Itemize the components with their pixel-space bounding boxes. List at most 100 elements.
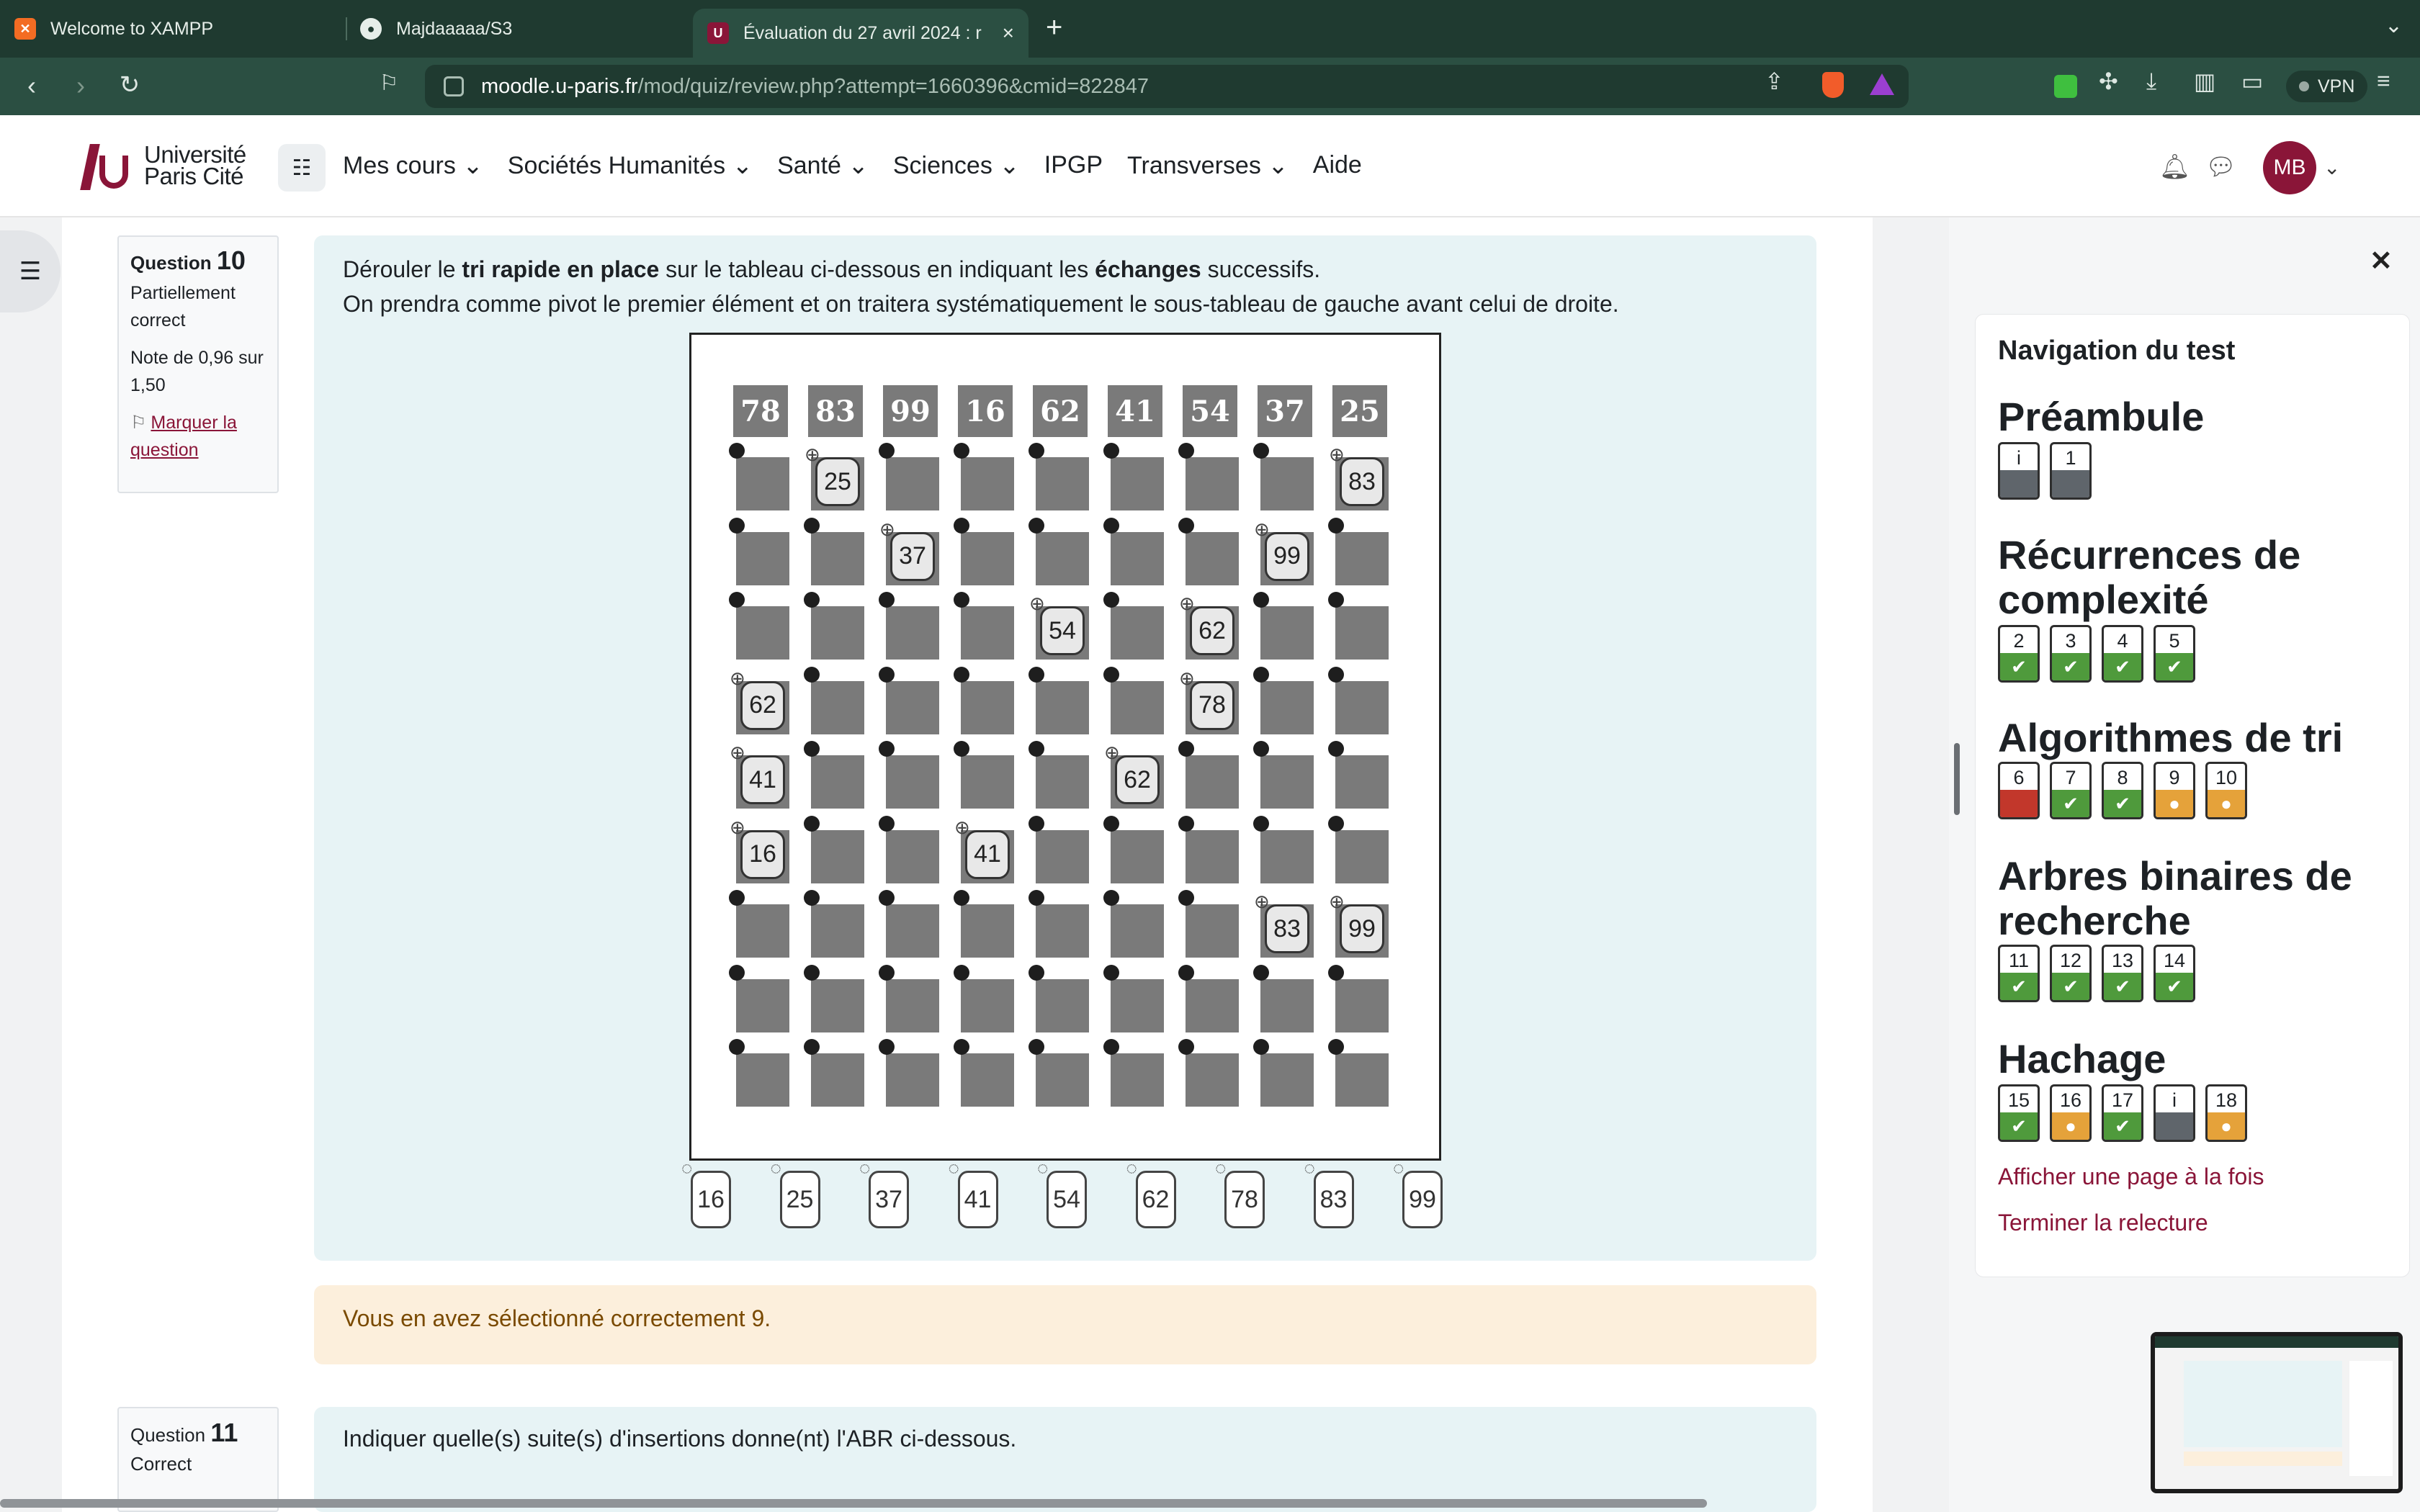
forward-icon[interactable]: › bbox=[65, 71, 97, 101]
wallet-icon[interactable]: ▭ bbox=[2241, 68, 2263, 95]
drop-zone[interactable] bbox=[1260, 1053, 1314, 1107]
placed-tile[interactable]: 37 bbox=[879, 518, 935, 581]
drop-zone[interactable] bbox=[1036, 755, 1089, 809]
finish-review-link[interactable]: Terminer la relecture bbox=[1998, 1210, 2208, 1236]
menu-item[interactable]: Mes cours ⌄ bbox=[343, 151, 483, 180]
drop-zone[interactable] bbox=[1036, 680, 1089, 734]
grid-menu-icon[interactable]: ☷ bbox=[278, 144, 326, 192]
vpn-button[interactable]: VPN bbox=[2286, 71, 2368, 102]
drag-choice[interactable]: 83 bbox=[1304, 1157, 1354, 1228]
back-icon[interactable]: ‹ bbox=[16, 71, 48, 101]
url-field[interactable]: moodle.u-paris.fr/mod/quiz/review.php?at… bbox=[425, 65, 1909, 108]
placed-tile[interactable]: 54 bbox=[1029, 593, 1085, 655]
drop-zone[interactable] bbox=[1036, 978, 1089, 1032]
drop-zone[interactable] bbox=[736, 904, 789, 958]
drag-choice[interactable]: 41 bbox=[949, 1157, 998, 1228]
drop-zone[interactable] bbox=[1111, 457, 1164, 510]
puzzle-icon[interactable]: ✣ bbox=[2099, 68, 2118, 95]
brave-shields-icon[interactable] bbox=[1822, 72, 1844, 98]
question-nav-button[interactable]: 13 ✔ bbox=[2102, 945, 2143, 1002]
drop-zone[interactable] bbox=[811, 606, 864, 660]
placed-tile[interactable]: 83 bbox=[1254, 891, 1309, 953]
drop-zone[interactable] bbox=[811, 904, 864, 958]
question-nav-button[interactable]: 12 ✔ bbox=[2050, 945, 2092, 1002]
menu-item[interactable]: Santé ⌄ bbox=[777, 151, 869, 180]
drop-zone[interactable] bbox=[886, 606, 939, 660]
drop-zone[interactable] bbox=[1186, 829, 1239, 883]
drag-choice[interactable]: 99 bbox=[1393, 1157, 1443, 1228]
question-nav-button[interactable]: 6 bbox=[1998, 762, 2040, 819]
drop-zone[interactable] bbox=[1260, 978, 1314, 1032]
drop-zone[interactable] bbox=[1186, 755, 1239, 809]
drop-zone[interactable] bbox=[1111, 680, 1164, 734]
drop-zone[interactable] bbox=[1111, 829, 1164, 883]
drop-zone[interactable] bbox=[1111, 978, 1164, 1032]
drop-zone[interactable] bbox=[886, 755, 939, 809]
drop-zone[interactable] bbox=[1260, 457, 1314, 510]
question-nav-button[interactable]: 15 ✔ bbox=[1998, 1084, 2040, 1142]
drop-zone[interactable] bbox=[736, 978, 789, 1032]
placed-tile[interactable]: 83 bbox=[1329, 444, 1384, 506]
menu-item[interactable]: IPGP bbox=[1044, 151, 1103, 180]
drop-zone[interactable] bbox=[1335, 978, 1389, 1032]
drop-zone[interactable] bbox=[1111, 606, 1164, 660]
drop-zone[interactable] bbox=[1036, 829, 1089, 883]
drop-zone[interactable] bbox=[886, 904, 939, 958]
drop-zone[interactable] bbox=[961, 904, 1014, 958]
placed-tile[interactable]: 78 bbox=[1179, 667, 1234, 730]
question-nav-button[interactable]: 14 ✔ bbox=[2154, 945, 2195, 1002]
close-icon[interactable]: ✕ bbox=[2370, 245, 2393, 277]
question-nav-button[interactable]: 17 ✔ bbox=[2102, 1084, 2143, 1142]
drop-zone[interactable] bbox=[1335, 755, 1389, 809]
drop-zone[interactable] bbox=[1111, 904, 1164, 958]
drop-zone[interactable] bbox=[811, 978, 864, 1032]
drop-zone[interactable] bbox=[961, 531, 1014, 585]
drop-zone[interactable] bbox=[1186, 904, 1239, 958]
drop-zone[interactable] bbox=[1335, 606, 1389, 660]
question-nav-button[interactable]: i bbox=[2154, 1084, 2195, 1142]
menu-item[interactable]: Sciences ⌄ bbox=[893, 151, 1020, 180]
drop-zone[interactable] bbox=[961, 978, 1014, 1032]
drop-zone[interactable] bbox=[1260, 680, 1314, 734]
menu-item[interactable]: Transverses ⌄ bbox=[1127, 151, 1289, 180]
drop-zone[interactable] bbox=[1335, 1053, 1389, 1107]
drop-zone[interactable] bbox=[736, 1053, 789, 1107]
drop-zone[interactable] bbox=[811, 680, 864, 734]
placed-tile[interactable]: 62 bbox=[1179, 593, 1234, 655]
drop-zone[interactable] bbox=[1036, 904, 1089, 958]
drop-zone[interactable] bbox=[1260, 606, 1314, 660]
drop-zone[interactable] bbox=[1036, 457, 1089, 510]
drop-zone[interactable] bbox=[1260, 755, 1314, 809]
drop-zone[interactable] bbox=[886, 680, 939, 734]
drop-zone[interactable] bbox=[961, 606, 1014, 660]
drag-choice[interactable]: 37 bbox=[859, 1157, 909, 1228]
drop-zone[interactable] bbox=[1111, 531, 1164, 585]
drop-zone[interactable] bbox=[1260, 829, 1314, 883]
drag-choice[interactable]: 62 bbox=[1126, 1157, 1176, 1228]
drop-zone[interactable] bbox=[1036, 1053, 1089, 1107]
drop-zone[interactable] bbox=[1335, 531, 1389, 585]
drop-zone[interactable] bbox=[736, 606, 789, 660]
question-nav-button[interactable]: 16 ● bbox=[2050, 1084, 2092, 1142]
drop-zone[interactable] bbox=[1186, 978, 1239, 1032]
drag-choice[interactable]: 78 bbox=[1215, 1157, 1265, 1228]
chat-icon[interactable]: 💬︎ bbox=[2205, 153, 2236, 181]
sidebar-icon[interactable]: ▥ bbox=[2194, 68, 2215, 95]
question-nav-button[interactable]: 9 ● bbox=[2154, 762, 2195, 819]
placed-tile[interactable]: 16 bbox=[730, 816, 785, 879]
browser-tab-active[interactable]: U Évaluation du 27 avril 2024 : r × bbox=[693, 9, 1028, 58]
drop-zone[interactable] bbox=[811, 1053, 864, 1107]
drop-zone[interactable] bbox=[961, 680, 1014, 734]
menu-icon[interactable]: ≡ bbox=[2377, 68, 2390, 94]
question-nav-button[interactable]: 1 bbox=[2050, 442, 2092, 500]
question-nav-button[interactable]: 10 ● bbox=[2205, 762, 2247, 819]
close-icon[interactable]: × bbox=[1003, 22, 1014, 45]
drop-zone[interactable] bbox=[811, 755, 864, 809]
drag-choice[interactable]: 16 bbox=[681, 1157, 731, 1228]
chevron-down-icon[interactable]: ⌄ bbox=[2323, 156, 2340, 179]
drop-zone[interactable] bbox=[736, 457, 789, 510]
placed-tile[interactable]: 99 bbox=[1329, 891, 1384, 953]
placed-tile[interactable]: 41 bbox=[954, 816, 1010, 879]
share-icon[interactable]: ⇪ bbox=[1765, 68, 1784, 95]
download-icon[interactable]: ⤓ bbox=[2146, 68, 2156, 95]
